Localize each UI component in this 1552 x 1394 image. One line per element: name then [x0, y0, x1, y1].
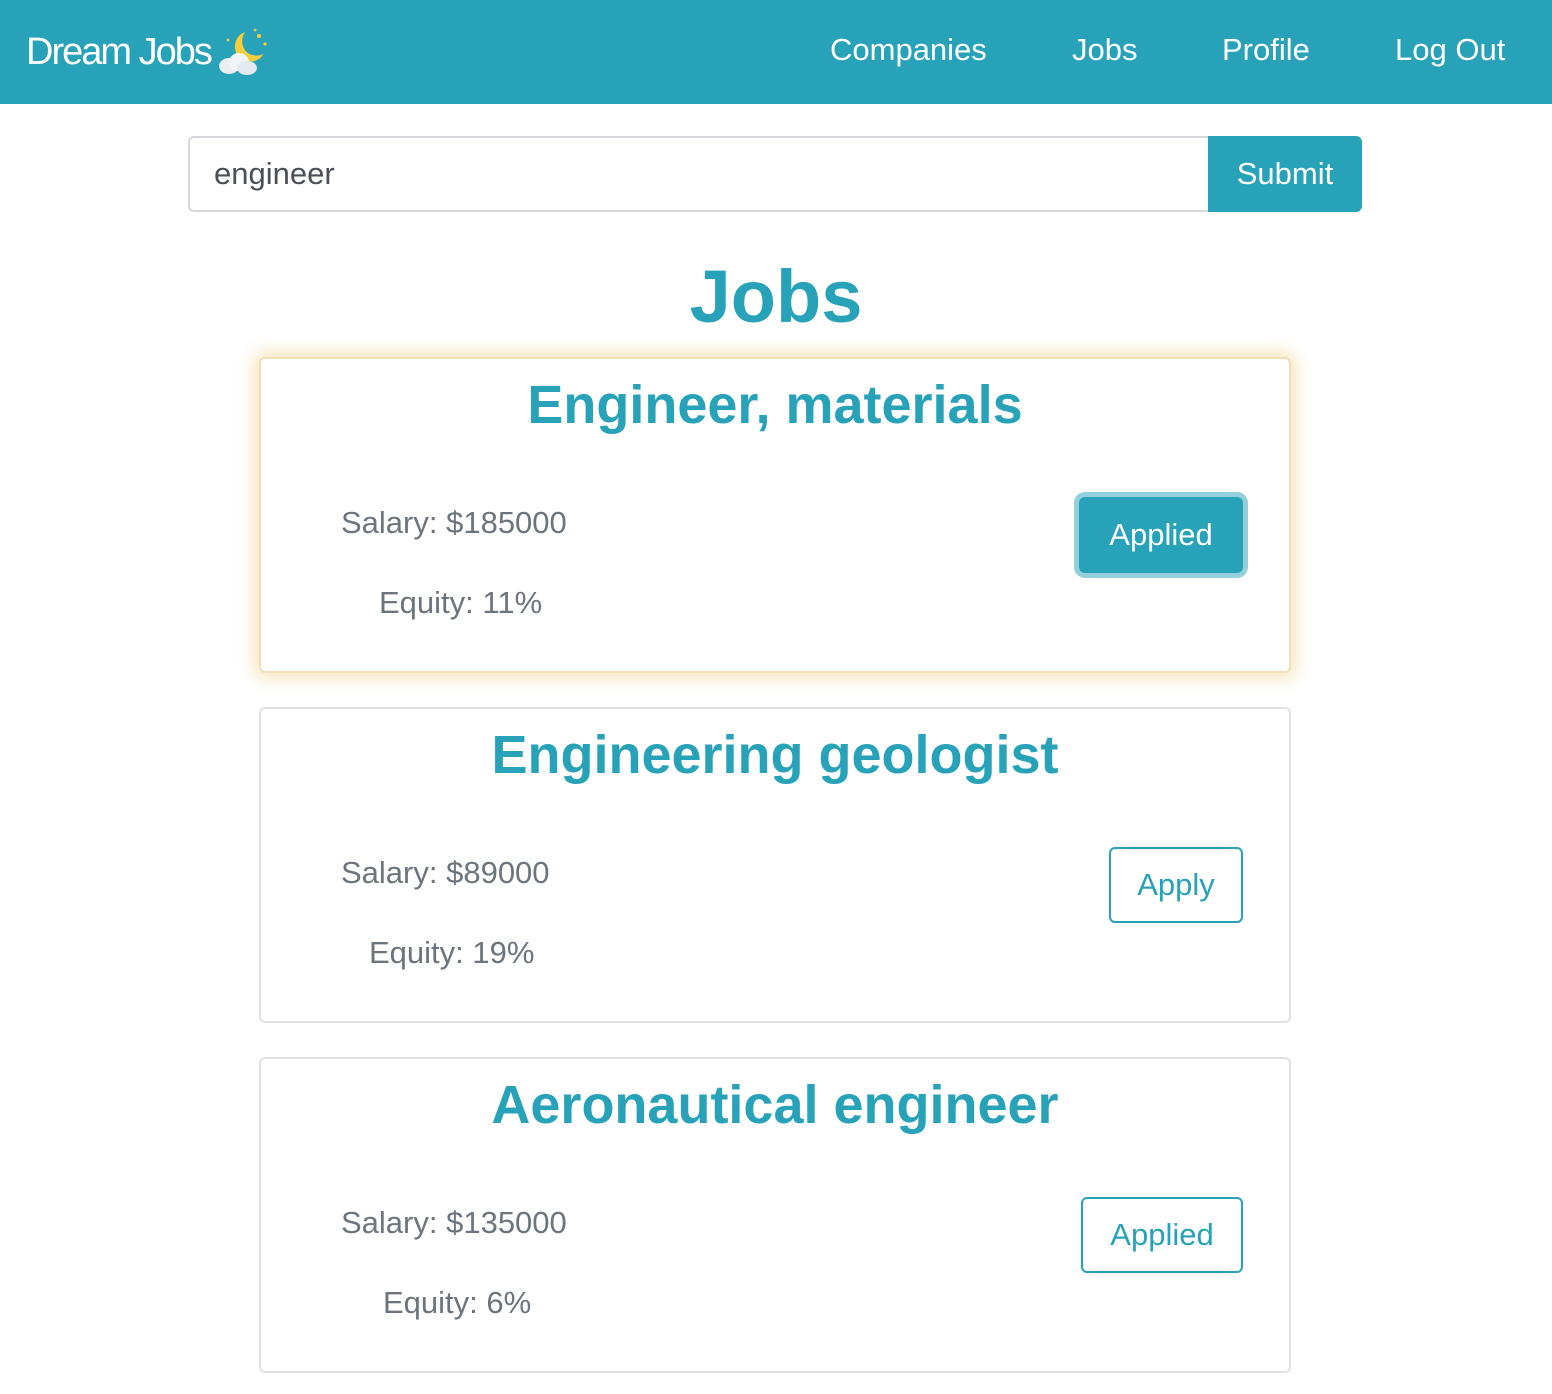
nav-link-companies[interactable]: Companies: [830, 30, 987, 70]
job-equity: Equity: 6%: [383, 1285, 532, 1320]
search-input[interactable]: [188, 136, 1210, 212]
job-card: Engineer, materials Salary: $185000 Equi…: [259, 357, 1291, 673]
job-salary: Salary: $185000: [341, 505, 567, 540]
job-title: Engineer, materials: [527, 375, 1023, 435]
nav-links: Companies Jobs Profile Log Out: [0, 0, 1552, 104]
nav-link-profile[interactable]: Profile: [1222, 30, 1310, 70]
submit-button[interactable]: Submit: [1208, 136, 1362, 212]
page-title: Jobs: [689, 255, 863, 338]
job-card: Engineering geologist Salary: $89000 Equ…: [259, 707, 1291, 1023]
job-equity: Equity: 11%: [379, 585, 543, 620]
job-title: Aeronautical engineer: [491, 1075, 1059, 1135]
job-card: Aeronautical engineer Salary: $135000 Eq…: [259, 1057, 1291, 1373]
navbar: Dream Jobs Companies Jobs Profile Log Ou…: [0, 0, 1552, 104]
nav-link-log-out[interactable]: Log Out: [1395, 30, 1505, 70]
job-title: Engineering geologist: [491, 725, 1059, 785]
search-form: Submit: [188, 136, 1362, 212]
applied-button[interactable]: Applied: [1081, 1197, 1243, 1273]
job-salary: Salary: $89000: [341, 855, 550, 890]
job-equity: Equity: 19%: [369, 935, 535, 970]
apply-button[interactable]: Apply: [1109, 847, 1243, 923]
job-salary: Salary: $135000: [341, 1205, 567, 1240]
applied-button[interactable]: Applied: [1079, 497, 1243, 573]
nav-link-jobs[interactable]: Jobs: [1072, 30, 1137, 70]
